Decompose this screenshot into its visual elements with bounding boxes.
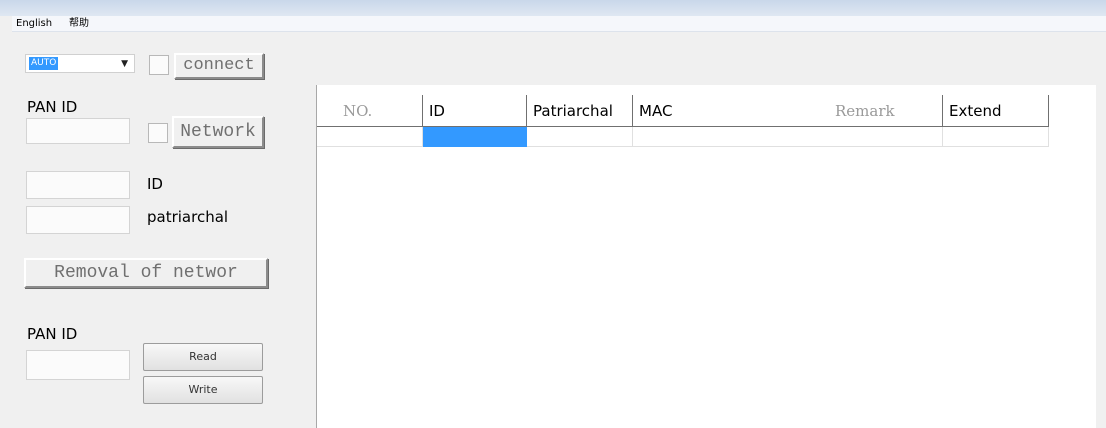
cell-no[interactable] bbox=[317, 127, 423, 147]
cell-extend[interactable] bbox=[943, 127, 1049, 147]
patriarchal-label: patriarchal bbox=[147, 208, 229, 226]
patriarchal-input[interactable] bbox=[26, 206, 130, 234]
table-header: NO. ID Patriarchal MAC Remark Extend bbox=[317, 95, 1057, 127]
chevron-down-icon[interactable]: ▼ bbox=[121, 58, 128, 70]
pan-id-input-2[interactable] bbox=[26, 350, 130, 380]
connect-checkbox[interactable] bbox=[149, 55, 169, 75]
menu-help[interactable]: 帮助 bbox=[67, 16, 91, 32]
cell-mac[interactable] bbox=[633, 127, 943, 147]
menu-bar: English 帮助 bbox=[12, 16, 1106, 32]
network-checkbox[interactable] bbox=[148, 123, 168, 143]
cell-id-selected[interactable] bbox=[423, 127, 527, 147]
pan-id-input[interactable] bbox=[26, 118, 130, 144]
column-header-mac[interactable]: MAC Remark bbox=[633, 95, 943, 127]
connect-button[interactable]: connect bbox=[174, 53, 264, 79]
port-select[interactable]: AUTO ▼ bbox=[25, 54, 135, 73]
column-header-id[interactable]: ID bbox=[423, 95, 527, 127]
menu-english[interactable]: English bbox=[14, 16, 54, 32]
column-header-extend[interactable]: Extend bbox=[943, 95, 1049, 127]
id-input[interactable] bbox=[26, 171, 130, 199]
pan-id-label-2: PAN ID bbox=[27, 325, 78, 343]
port-select-value: AUTO bbox=[29, 57, 59, 70]
device-table[interactable]: NO. ID Patriarchal MAC Remark Extend bbox=[316, 85, 1096, 428]
cell-patriarchal[interactable] bbox=[527, 127, 633, 147]
column-header-no[interactable]: NO. bbox=[317, 95, 423, 127]
read-button[interactable]: Read bbox=[143, 343, 263, 371]
window-left-border bbox=[0, 16, 12, 428]
column-header-remark[interactable]: Remark bbox=[835, 95, 895, 126]
table-row[interactable] bbox=[317, 127, 1057, 147]
window-top-border bbox=[0, 0, 1106, 16]
column-header-mac-label: MAC bbox=[639, 102, 673, 120]
removal-of-network-button[interactable]: Removal of networ bbox=[24, 258, 268, 288]
network-button[interactable]: Network bbox=[172, 116, 264, 148]
write-button[interactable]: Write bbox=[143, 376, 263, 404]
id-label: ID bbox=[147, 175, 163, 193]
column-header-patriarchal[interactable]: Patriarchal bbox=[527, 95, 633, 127]
pan-id-label: PAN ID bbox=[27, 98, 78, 116]
